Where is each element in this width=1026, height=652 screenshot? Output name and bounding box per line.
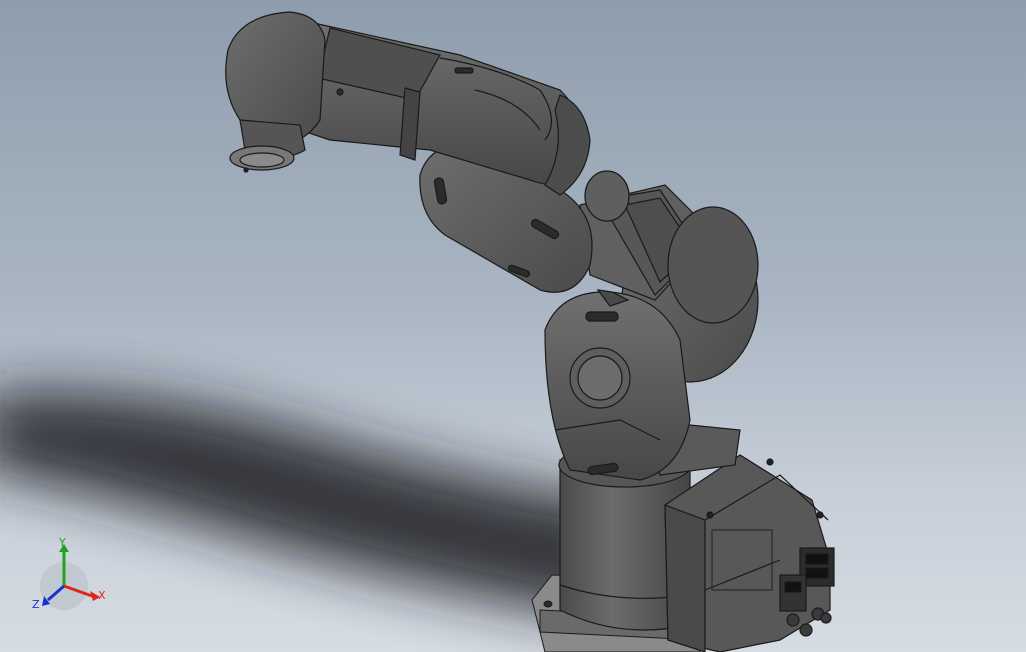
z-axis-label: Z — [32, 598, 40, 611]
wrist — [225, 11, 326, 173]
axis-triad: Y X Z — [32, 536, 106, 611]
graphics-viewport[interactable]: Y X Z — [0, 0, 1026, 652]
y-axis-label: Y — [58, 536, 66, 549]
model-scene[interactable] — [0, 0, 1026, 652]
x-axis-label: X — [98, 589, 106, 602]
